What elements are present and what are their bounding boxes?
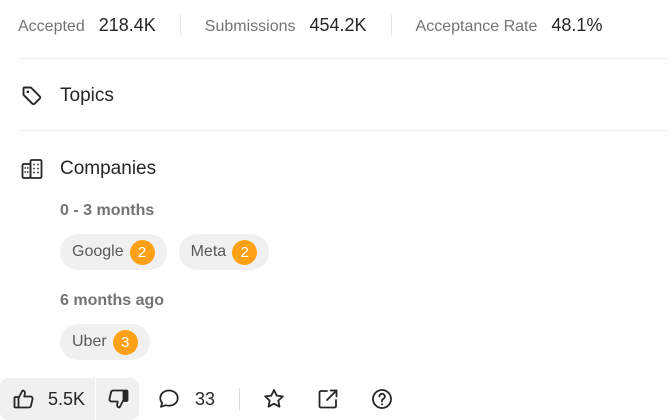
action-bar: 5.5K 33 xyxy=(0,378,394,420)
accepted-value: 218.4K xyxy=(98,14,156,35)
company-chip-list: Google 2 Meta 2 xyxy=(60,234,270,270)
star-icon xyxy=(264,389,284,408)
share-button[interactable] xyxy=(316,387,340,411)
submissions-stat: Submissions 454.2K xyxy=(205,15,367,36)
accepted-stat: Accepted 218.4K xyxy=(18,15,156,36)
company-count-badge: 2 xyxy=(129,239,155,265)
company-chip-google[interactable]: Google 2 xyxy=(60,234,167,270)
comment-icon xyxy=(159,389,179,408)
period-label: 0 - 3 months xyxy=(60,202,155,219)
action-divider xyxy=(239,388,241,410)
companies-title: Companies xyxy=(60,158,157,179)
company-count-badge: 3 xyxy=(112,329,138,355)
stat-divider xyxy=(390,14,392,36)
building-icon xyxy=(21,159,43,179)
company-name: Uber xyxy=(72,333,107,350)
comments-button[interactable]: 33 xyxy=(157,387,215,411)
section-divider xyxy=(18,130,669,131)
help-button[interactable] xyxy=(370,387,394,411)
company-chip-list: Uber 3 xyxy=(60,324,150,360)
company-name: Meta xyxy=(190,243,227,260)
tag-icon xyxy=(22,86,42,106)
period-label: 6 months ago xyxy=(60,292,165,309)
dislike-button[interactable] xyxy=(96,378,139,420)
thumbs-down-icon xyxy=(108,389,129,409)
section-divider xyxy=(18,58,669,59)
like-count: 5.5K xyxy=(48,388,86,409)
company-name: Google xyxy=(72,243,124,260)
submissions-value: 454.2K xyxy=(309,14,367,35)
acceptance-rate-label: Acceptance Rate xyxy=(415,17,538,35)
vote-group: 5.5K xyxy=(0,378,140,420)
stat-divider xyxy=(179,14,181,36)
companies-section-header[interactable]: Companies xyxy=(20,155,156,183)
acceptance-rate-value: 48.1% xyxy=(551,14,603,35)
share-icon xyxy=(318,389,338,409)
like-button[interactable]: 5.5K xyxy=(0,378,95,420)
favorite-button[interactable] xyxy=(262,387,286,411)
company-count-badge: 2 xyxy=(232,239,258,265)
company-chip-uber[interactable]: Uber 3 xyxy=(60,324,150,360)
stats-bar: Accepted 218.4K Submissions 454.2K Accep… xyxy=(18,12,602,38)
accepted-label: Accepted xyxy=(18,17,85,35)
company-chip-meta[interactable]: Meta 2 xyxy=(178,234,270,270)
topics-title: Topics xyxy=(60,85,114,106)
thumbs-up-icon xyxy=(13,389,34,409)
comment-count: 33 xyxy=(195,388,216,409)
acceptance-rate-stat: Acceptance Rate 48.1% xyxy=(416,15,603,36)
submissions-label: Submissions xyxy=(204,17,296,35)
topics-section-header[interactable]: Topics xyxy=(20,82,114,110)
help-icon xyxy=(372,389,392,409)
